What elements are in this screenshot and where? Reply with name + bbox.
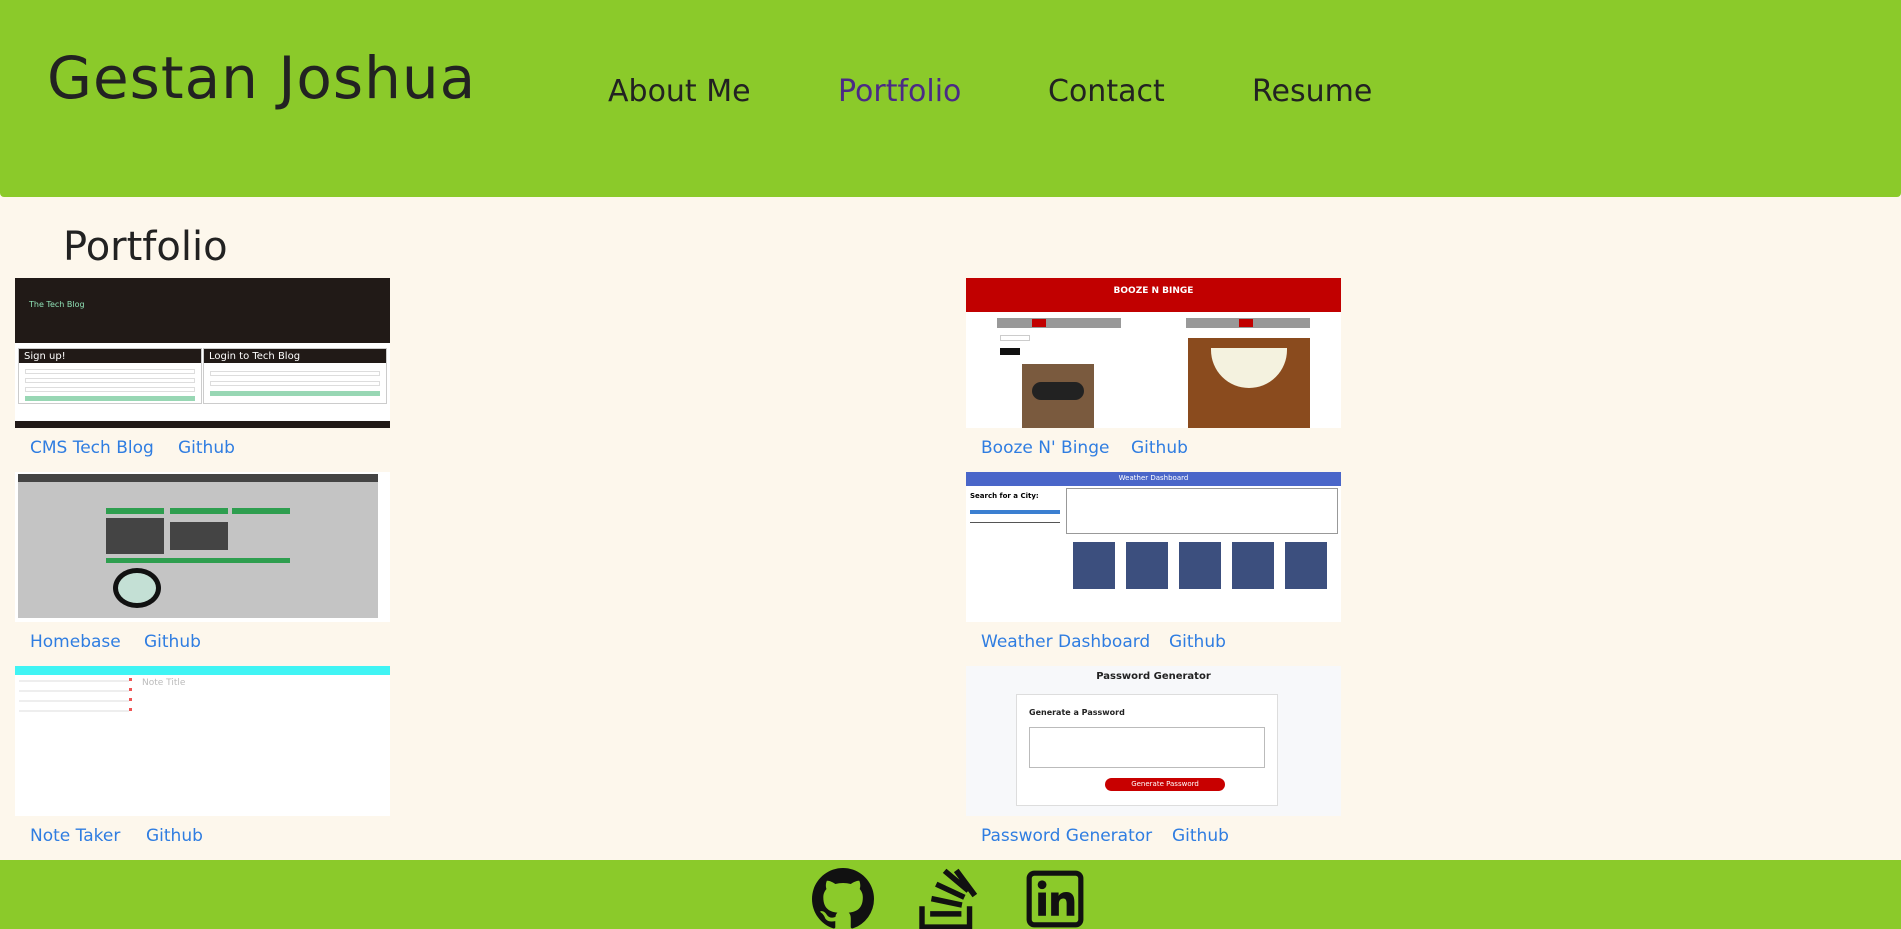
project-screenshot[interactable]: BOOZE N BINGE [966, 278, 1341, 428]
thumb-label: Login to Tech Blog [209, 351, 301, 362]
project-link[interactable]: CMS Tech Blog [30, 438, 154, 458]
thumb-title: Weather Dashboard [1118, 474, 1189, 482]
project-screenshot[interactable]: Note Title [15, 666, 390, 816]
thumb-label: Generate Password [1131, 780, 1199, 788]
github-link[interactable]: Github [146, 826, 203, 846]
site-header: Gestan Joshua About Me Portfolio Contact… [0, 0, 1901, 197]
project-screenshot[interactable]: Weather Dashboard Search for a City: [966, 472, 1341, 622]
project-card-password-generator: Password Generator Generate a Password G… [966, 666, 1341, 856]
thumb-title: BOOZE N BINGE [1113, 286, 1194, 296]
stackoverflow-icon[interactable] [918, 868, 980, 929]
project-screenshot[interactable]: Password Generator Generate a Password G… [966, 666, 1341, 816]
nav-about-me[interactable]: About Me [608, 74, 751, 109]
project-card-cms-tech-blog: The Tech Blog Sign up! Login to Tech Blo… [15, 278, 390, 468]
project-link[interactable]: Password Generator [981, 826, 1152, 846]
site-title: Gestan Joshua [47, 44, 477, 112]
github-link[interactable]: Github [144, 632, 201, 652]
portfolio-heading: Portfolio [63, 224, 228, 270]
linkedin-icon[interactable] [1024, 868, 1086, 929]
thumb-title: Password Generator [1096, 671, 1211, 682]
nav-portfolio[interactable]: Portfolio [838, 74, 961, 109]
github-link[interactable]: Github [178, 438, 235, 458]
project-link[interactable]: Homebase [30, 632, 121, 652]
project-link[interactable]: Booze N' Binge [981, 438, 1109, 458]
project-card-booze-n-binge: BOOZE N BINGE Booze N' Binge Github [966, 278, 1341, 468]
project-screenshot[interactable]: The Tech Blog Sign up! Login to Tech Blo… [15, 278, 390, 428]
project-link[interactable]: Note Taker [30, 826, 120, 846]
github-link[interactable]: Github [1172, 826, 1229, 846]
project-card-note-taker: Note Title Note Taker Github [15, 666, 390, 856]
nav-contact[interactable]: Contact [1048, 74, 1165, 109]
github-link[interactable]: Github [1131, 438, 1188, 458]
project-screenshot[interactable] [15, 472, 390, 622]
thumb-label: Generate a Password [1029, 708, 1125, 717]
thumb-label: Note Title [142, 678, 186, 688]
github-icon[interactable] [812, 868, 874, 929]
project-card-weather-dashboard: Weather Dashboard Search for a City: Wea… [966, 472, 1341, 662]
site-footer [0, 860, 1901, 929]
thumb-panel: Sign up! [18, 348, 202, 404]
project-link[interactable]: Weather Dashboard [981, 632, 1150, 652]
github-link[interactable]: Github [1169, 632, 1226, 652]
thumb-label: Sign up! [24, 351, 66, 362]
thumb-header: The Tech Blog [15, 278, 390, 343]
project-card-homebase: Homebase Github [15, 472, 390, 662]
thumb-label: Search for a City: [970, 492, 1039, 500]
thumb-title: The Tech Blog [29, 300, 85, 309]
nav-resume[interactable]: Resume [1252, 74, 1372, 109]
thumb-panel: Login to Tech Blog [203, 348, 387, 404]
